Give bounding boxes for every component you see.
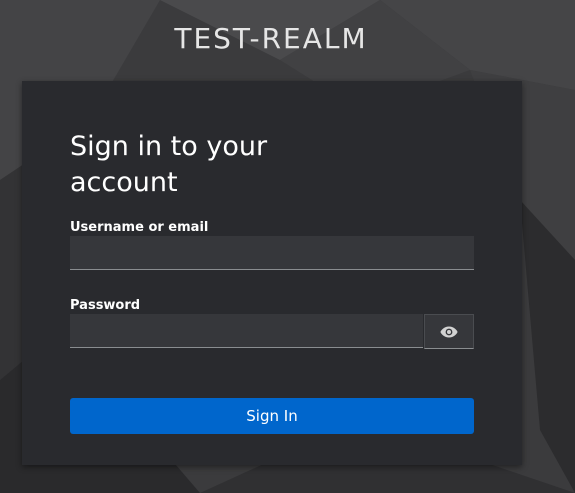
- eye-icon: [440, 326, 458, 337]
- password-label: Password: [70, 298, 141, 313]
- username-input[interactable]: [70, 236, 474, 270]
- show-password-button[interactable]: [424, 314, 474, 349]
- username-label: Username or email: [70, 220, 209, 235]
- login-card: Sign in to your account Username or emai…: [22, 81, 522, 465]
- page-title: Sign in to your account: [70, 131, 268, 198]
- sign-in-button[interactable]: Sign In: [70, 398, 474, 434]
- realm-title: TEST-REALM: [174, 22, 368, 55]
- password-input[interactable]: [70, 314, 423, 348]
